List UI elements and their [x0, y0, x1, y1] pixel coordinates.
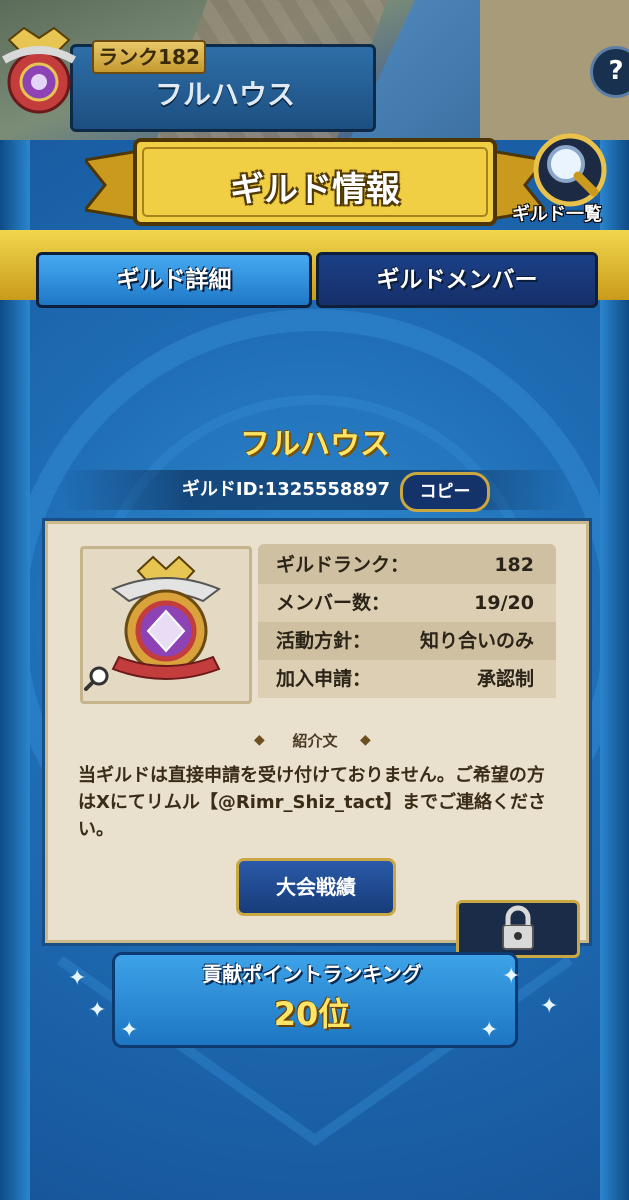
stat-value: 承認制 — [476, 668, 534, 690]
copy-button[interactable]: コピー — [400, 472, 490, 512]
stat-row-member-count: メンバー数： 19/20 — [258, 584, 556, 622]
sparkle-icon: ✦ — [480, 1018, 499, 1043]
magnifier-icon[interactable] — [82, 664, 112, 694]
stat-value: 182 — [494, 554, 534, 576]
player-emblem-icon[interactable] — [0, 20, 84, 130]
stat-label: ギルドランク： — [276, 554, 410, 576]
tournament-record-button[interactable]: 大会戦績 — [236, 858, 396, 916]
sparkle-icon: ✦ — [68, 966, 87, 991]
page-title: ギルド情報 — [230, 170, 400, 210]
tab-guild-members[interactable]: ギルドメンバー — [316, 252, 598, 308]
sparkle-icon: ✦ — [540, 994, 559, 1019]
stat-value: 知り合いのみ — [419, 630, 534, 652]
guild-name: フルハウス — [240, 427, 390, 462]
stat-value: 19/20 — [474, 592, 534, 614]
stat-row-activity-policy: 活動方針： 知り合いのみ — [258, 622, 556, 660]
ranking-label: 貢献ポイントランキング — [202, 962, 422, 986]
lock-icon — [502, 905, 534, 950]
chevron-right-icon: ◆ — [360, 732, 371, 748]
player-name: フルハウス — [154, 78, 295, 111]
stat-label: 加入申請： — [276, 668, 372, 690]
sparkle-icon: ✦ — [120, 1018, 139, 1043]
player-rank-badge: ランク182 — [92, 40, 206, 74]
ranking-value: 20位 — [273, 995, 351, 1033]
guild-id: ギルドID:1325558897 — [181, 479, 390, 500]
stat-row-join-request: 加入申請： 承認制 — [258, 660, 556, 698]
tab-guild-details[interactable]: ギルド詳細 — [36, 252, 312, 308]
intro-text: 当ギルドは直接申請を受け付けておりません。ご希望の方はXにてリムル【@Rimr_… — [78, 765, 546, 840]
sparkle-icon: ✦ — [88, 998, 107, 1023]
sparkle-icon: ✦ — [502, 964, 521, 989]
guild-list-label[interactable]: ギルド一覧 — [512, 200, 629, 230]
stat-row-guild-rank: ギルドランク： 182 — [258, 546, 556, 584]
stat-label: 活動方針： — [276, 630, 372, 652]
stat-label: メンバー数： — [276, 592, 391, 614]
lock-button[interactable] — [456, 900, 580, 958]
